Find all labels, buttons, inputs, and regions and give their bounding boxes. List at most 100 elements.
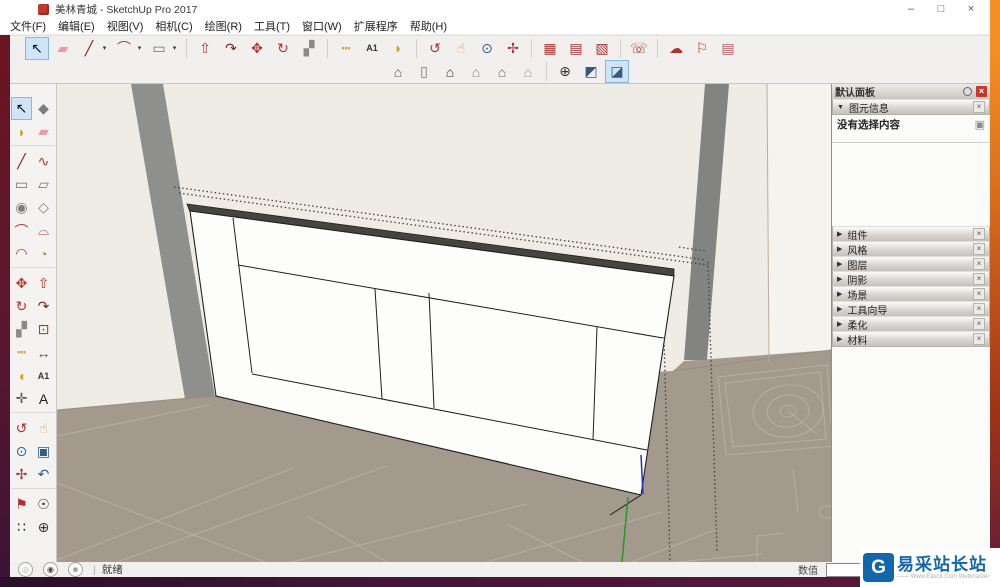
- tray-section-layers[interactable]: ▶ 图层 ×: [832, 256, 990, 272]
- scale-tool-icon[interactable]: ▞: [297, 37, 321, 60]
- menu-view[interactable]: 视图(V): [101, 17, 150, 35]
- menu-edit[interactable]: 编辑(E): [52, 17, 101, 35]
- view-top-icon[interactable]: ▯: [412, 60, 436, 83]
- tray-section-styles[interactable]: ▶ 风格 ×: [832, 241, 990, 257]
- polygon-tool-icon[interactable]: ◇: [33, 196, 54, 219]
- tray-section-close-button[interactable]: ×: [973, 333, 985, 345]
- viewport-3d[interactable]: [57, 84, 831, 562]
- walk-tool-icon[interactable]: ∷: [11, 516, 32, 539]
- rectangle-tool-icon[interactable]: ▭: [147, 37, 171, 60]
- menu-draw[interactable]: 绘图(R): [199, 17, 248, 35]
- pan-tool-icon[interactable]: ☝: [33, 417, 54, 440]
- three-d-text-tool-icon[interactable]: A: [33, 387, 54, 410]
- warehouse-icon[interactable]: ☏: [627, 37, 651, 60]
- maximize-button[interactable]: □: [926, 1, 956, 17]
- menu-window[interactable]: 窗口(W): [296, 17, 348, 35]
- iso-perspective-icon[interactable]: ◪: [605, 60, 629, 83]
- follow-me-tool-icon[interactable]: ↷: [219, 37, 243, 60]
- close-button[interactable]: ×: [956, 1, 986, 17]
- arc-tool-icon[interactable]: ⌒: [11, 219, 32, 242]
- tray-section-close-button[interactable]: ×: [973, 303, 985, 315]
- tray-section-close-button[interactable]: ×: [973, 243, 985, 255]
- credits-icon[interactable]: ◉: [43, 562, 58, 577]
- minimize-button[interactable]: –: [896, 1, 926, 17]
- section-plane-tool-icon[interactable]: ⊕: [33, 516, 54, 539]
- make-component-icon[interactable]: ◆: [33, 97, 54, 120]
- two-point-arc-tool-icon[interactable]: ⌓: [33, 219, 54, 242]
- text-tool-icon[interactable]: A1: [360, 37, 384, 60]
- perspective-view-icon[interactable]: ◩: [579, 60, 603, 83]
- menu-tools[interactable]: 工具(T): [248, 17, 296, 35]
- push-pull-tool-icon[interactable]: ⇧: [33, 272, 54, 295]
- zoom-tool-icon[interactable]: ⊙: [11, 440, 32, 463]
- protractor-tool-icon[interactable]: ◖: [11, 364, 32, 387]
- eraser-tool-icon[interactable]: ▰: [51, 37, 75, 60]
- report-icon[interactable]: ▤: [716, 37, 740, 60]
- rotate-tool-icon[interactable]: ↻: [271, 37, 295, 60]
- eraser-tool-icon[interactable]: ▰: [33, 120, 54, 143]
- zoom-tool-icon[interactable]: ⊙: [475, 37, 499, 60]
- tray-section-close-button[interactable]: ×: [973, 228, 985, 240]
- select-tool-icon[interactable]: ↖: [25, 37, 49, 60]
- previous-view-tool-icon[interactable]: ↶: [33, 463, 54, 486]
- rotate-tool-icon[interactable]: ↻: [11, 295, 32, 318]
- tape-measure-tool-icon[interactable]: ┅: [11, 341, 32, 364]
- position-camera-tool-icon[interactable]: ⚑: [11, 493, 32, 516]
- view-right-icon[interactable]: ⌂: [464, 60, 488, 83]
- menu-camera[interactable]: 相机(C): [149, 17, 198, 35]
- select-tool-icon[interactable]: ↖: [11, 97, 32, 120]
- tray-section-soften-edges[interactable]: ▶ 柔化 ×: [832, 316, 990, 332]
- tray-section-close-button[interactable]: ×: [973, 273, 985, 285]
- look-around-tool-icon[interactable]: ☉: [33, 493, 54, 516]
- previous-view-icon[interactable]: ⊕: [553, 60, 577, 83]
- view-front-icon[interactable]: ⌂: [438, 60, 462, 83]
- rectangle-dropdown-icon[interactable]: ▾: [169, 37, 180, 60]
- tray-section-close-button[interactable]: ×: [973, 258, 985, 270]
- follow-me-tool-icon[interactable]: ↷: [33, 295, 54, 318]
- tray-header[interactable]: 默认面板 ×: [832, 84, 990, 100]
- line-dropdown-icon[interactable]: ▾: [99, 37, 110, 60]
- scale-tool-icon[interactable]: ▞: [11, 318, 32, 341]
- view-iso-icon[interactable]: ⌂: [386, 60, 410, 83]
- dimension-tool-icon[interactable]: ↔: [33, 341, 54, 364]
- arc-dropdown-icon[interactable]: ▾: [134, 37, 145, 60]
- offset-tool-icon[interactable]: ⊡: [33, 318, 54, 341]
- view-left-icon[interactable]: ⌂: [516, 60, 540, 83]
- menu-help[interactable]: 帮助(H): [404, 17, 453, 35]
- tray-section-instructor[interactable]: ▶ 工具向导 ×: [832, 301, 990, 317]
- circle-tool-icon[interactable]: ◉: [11, 196, 32, 219]
- tray-section-materials[interactable]: ▶ 材料 ×: [832, 331, 990, 347]
- tray-section-components[interactable]: ▶ 组件 ×: [832, 226, 990, 242]
- tray-section-close-button[interactable]: ×: [973, 318, 985, 330]
- tape-measure-tool-icon[interactable]: ┅: [334, 37, 358, 60]
- sign-in-icon[interactable]: ☻: [68, 562, 83, 577]
- get-models-icon[interactable]: ▦: [538, 37, 562, 60]
- share-model-icon[interactable]: ▧: [590, 37, 614, 60]
- text-tool-icon[interactable]: A1: [33, 364, 54, 387]
- tray-section-shadows[interactable]: ▶ 阴影 ×: [832, 271, 990, 287]
- line-tool-icon[interactable]: ╱: [77, 37, 101, 60]
- pan-tool-icon[interactable]: ☝: [449, 37, 473, 60]
- push-pull-tool-icon[interactable]: ⇧: [193, 37, 217, 60]
- entity-info-header[interactable]: ▼ 图元信息 ×: [832, 99, 990, 115]
- location-pin-icon[interactable]: ⚐: [690, 37, 714, 60]
- paint-bucket-tool-icon[interactable]: ◗: [386, 37, 410, 60]
- pie-tool-icon[interactable]: ◔: [33, 242, 54, 265]
- arc-tool-icon[interactable]: ⌒: [112, 37, 136, 60]
- pin-icon[interactable]: [963, 87, 972, 96]
- entity-info-close-button[interactable]: ×: [973, 101, 985, 113]
- zoom-extents-tool-icon[interactable]: ✢: [501, 37, 525, 60]
- three-point-arc-tool-icon[interactable]: ◠: [11, 242, 32, 265]
- tray-close-button[interactable]: ×: [976, 86, 987, 97]
- freehand-tool-icon[interactable]: ∿: [33, 150, 54, 173]
- zoom-window-tool-icon[interactable]: ▣: [33, 440, 54, 463]
- trimble-connect-icon[interactable]: ☁: [664, 37, 688, 60]
- tray-section-close-button[interactable]: ×: [973, 288, 985, 300]
- line-tool-icon[interactable]: ╱: [11, 150, 32, 173]
- orbit-tool-icon[interactable]: ↺: [11, 417, 32, 440]
- axes-tool-icon[interactable]: ✛: [11, 387, 32, 410]
- rotated-rectangle-tool-icon[interactable]: ▱: [33, 173, 54, 196]
- rectangle-tool-icon[interactable]: ▭: [11, 173, 32, 196]
- view-back-icon[interactable]: ⌂: [490, 60, 514, 83]
- move-tool-icon[interactable]: ✥: [11, 272, 32, 295]
